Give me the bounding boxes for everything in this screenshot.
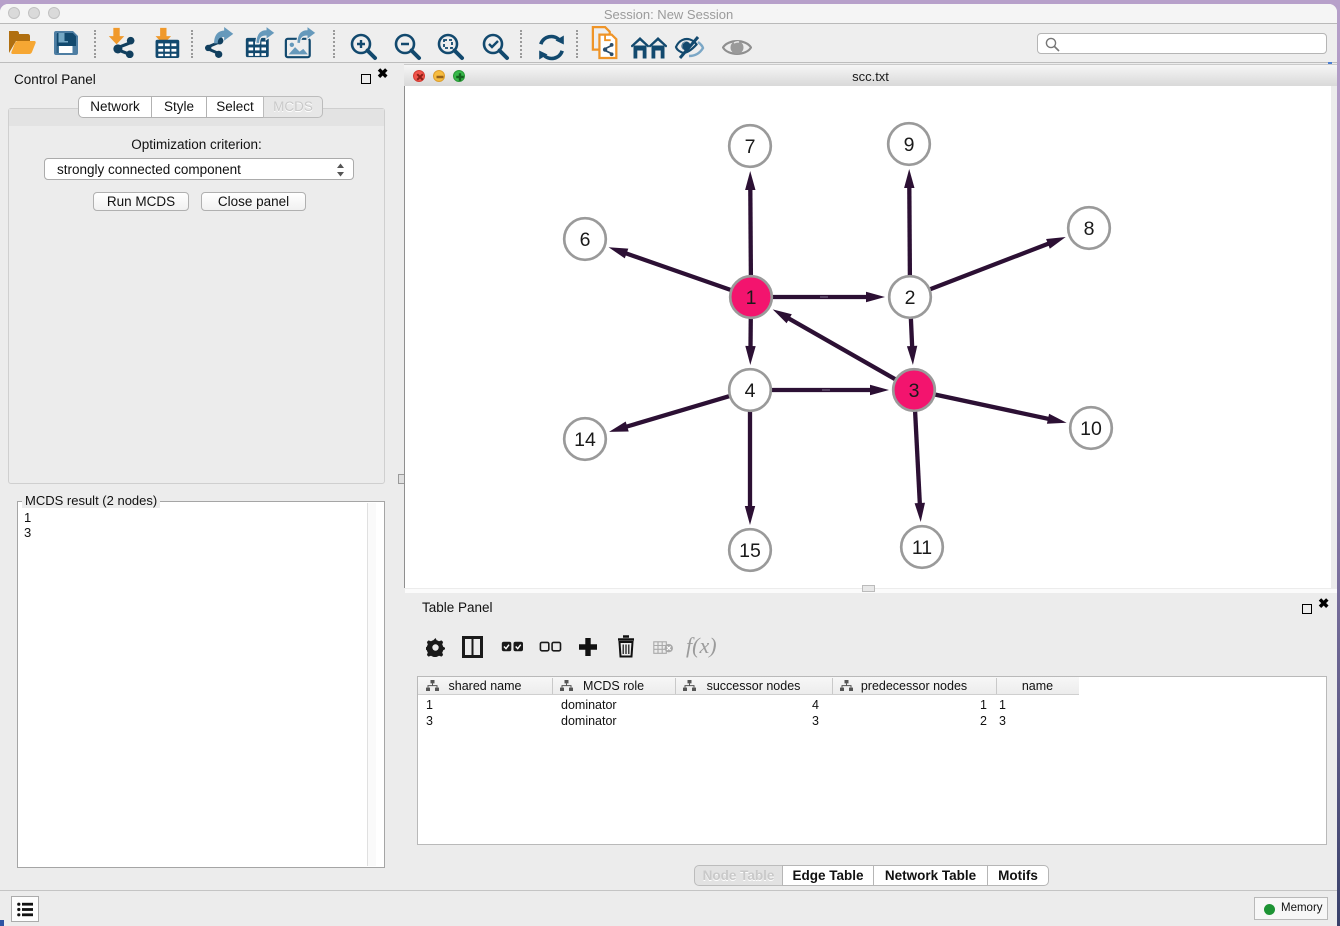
svg-text:14: 14 [574,429,596,451]
svg-text:1: 1 [746,287,757,309]
svg-text:10: 10 [1080,418,1102,440]
svg-text:2: 2 [905,287,916,309]
svg-text:15: 15 [739,540,761,562]
svg-text:3: 3 [909,380,920,402]
svg-text:8: 8 [1084,218,1095,240]
svg-text:4: 4 [745,380,756,402]
svg-text:11: 11 [912,537,932,559]
svg-text:6: 6 [580,229,591,251]
svg-text:7: 7 [745,136,756,158]
svg-text:9: 9 [904,134,915,156]
